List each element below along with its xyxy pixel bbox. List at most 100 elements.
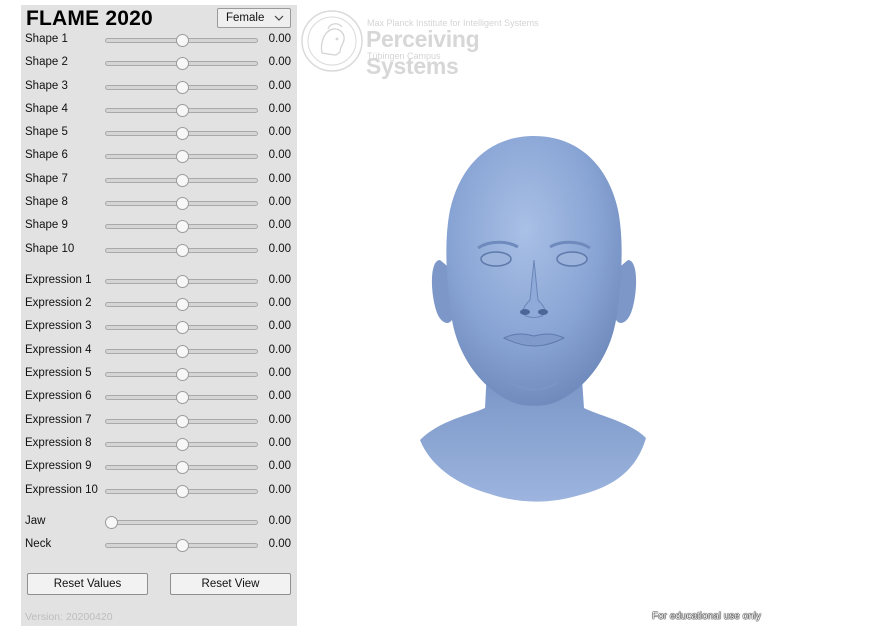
shape-slider-label: Shape 6 <box>25 149 68 161</box>
shape-slider-row: Shape 8 0.00 <box>21 193 297 213</box>
expression-slider-label: Expression 10 <box>25 484 98 496</box>
shape-slider-row: Shape 9 0.00 <box>21 216 297 236</box>
expression-slider-label: Expression 1 <box>25 274 92 286</box>
expression-slider-label: Expression 4 <box>25 344 92 356</box>
shape-slider-handle[interactable] <box>175 174 189 187</box>
shape-slider-row: Shape 10 0.00 <box>21 240 297 260</box>
head-model-viewport[interactable] <box>400 120 680 520</box>
shape-slider-row: Shape 3 0.00 <box>21 77 297 97</box>
expression-slider-value: 0.00 <box>268 460 291 472</box>
shape-slider-handle[interactable] <box>175 150 189 163</box>
expression-slider-row: Expression 8 0.00 <box>21 434 297 454</box>
chevron-down-icon <box>274 15 284 21</box>
expression-slider-label: Expression 2 <box>25 297 92 309</box>
shape-slider-row: Shape 2 0.00 <box>21 53 297 73</box>
expression-slider-value: 0.00 <box>268 274 291 286</box>
expression-slider-value: 0.00 <box>268 390 291 402</box>
expression-slider-row: Expression 6 0.00 <box>21 387 297 407</box>
campus-name: Tübingen Campus <box>367 51 441 61</box>
shape-slider-row: Shape 6 0.00 <box>21 146 297 166</box>
shape-slider-value: 0.00 <box>268 243 291 255</box>
minerva-seal-icon <box>301 10 363 72</box>
shape-slider-handle[interactable] <box>175 220 189 233</box>
expression-slider-row: Expression 5 0.00 <box>21 364 297 384</box>
shape-slider-handle[interactable] <box>175 197 189 210</box>
shape-slider-label: Shape 4 <box>25 103 68 115</box>
pose-slider-row: Jaw 0.00 <box>21 512 297 532</box>
expression-slider-value: 0.00 <box>268 344 291 356</box>
expression-slider-handle[interactable] <box>175 461 189 474</box>
shape-slider-value: 0.00 <box>268 173 291 185</box>
expression-slider-row: Expression 4 0.00 <box>21 341 297 361</box>
expression-slider-row: Expression 2 0.00 <box>21 294 297 314</box>
pose-slider-row: Neck 0.00 <box>21 535 297 555</box>
app-title: FLAME 2020 <box>26 7 153 30</box>
shape-slider-handle[interactable] <box>175 127 189 140</box>
expression-slider-label: Expression 7 <box>25 414 92 426</box>
shape-slider-label: Shape 5 <box>25 126 68 138</box>
expression-slider-label: Expression 8 <box>25 437 92 449</box>
shape-slider-handle[interactable] <box>175 104 189 117</box>
shape-slider-label: Shape 9 <box>25 219 68 231</box>
shape-slider-value: 0.00 <box>268 196 291 208</box>
expression-slider-value: 0.00 <box>268 320 291 332</box>
educational-use-note: For educational use only <box>652 611 761 622</box>
expression-slider-handle[interactable] <box>175 298 189 311</box>
expression-slider-handle[interactable] <box>175 368 189 381</box>
gender-select[interactable]: Female <box>217 8 291 28</box>
expression-slider-label: Expression 3 <box>25 320 92 332</box>
expression-slider-row: Expression 1 0.00 <box>21 271 297 291</box>
control-panel: FLAME 2020 Female Shape 1 0.00 Shape 2 0.00… <box>21 5 297 626</box>
shape-slider-label: Shape 10 <box>25 243 75 255</box>
expression-slider-handle[interactable] <box>175 415 189 428</box>
pose-slider-handle[interactable] <box>175 539 189 552</box>
pose-slider-handle[interactable] <box>105 516 118 529</box>
expression-slider-value: 0.00 <box>268 484 291 496</box>
expression-slider-label: Expression 9 <box>25 460 92 472</box>
expression-slider-row: Expression 9 0.00 <box>21 457 297 477</box>
shape-slider-value: 0.00 <box>268 33 291 45</box>
expression-slider-handle[interactable] <box>175 485 189 498</box>
expression-slider-row: Expression 7 0.00 <box>21 411 297 431</box>
shape-slider-handle[interactable] <box>175 81 189 94</box>
expression-slider-handle[interactable] <box>175 321 189 334</box>
shape-slider-value: 0.00 <box>268 56 291 68</box>
reset-values-button[interactable]: Reset Values <box>27 573 148 595</box>
reset-view-button[interactable]: Reset View <box>170 573 291 595</box>
shape-slider-handle[interactable] <box>175 57 189 70</box>
shape-slider-value: 0.00 <box>268 80 291 92</box>
pose-slider-value: 0.00 <box>268 515 291 527</box>
head-model <box>420 136 646 502</box>
shape-slider-label: Shape 2 <box>25 56 68 68</box>
expression-slider-label: Expression 5 <box>25 367 92 379</box>
shape-slider-row: Shape 1 0.00 <box>21 30 297 50</box>
shape-slider-row: Shape 4 0.00 <box>21 100 297 120</box>
gender-select-value: Female <box>226 12 265 24</box>
shape-slider-handle[interactable] <box>175 244 189 257</box>
shape-slider-handle[interactable] <box>175 34 189 47</box>
expression-slider-handle[interactable] <box>175 275 189 288</box>
expression-slider-label: Expression 6 <box>25 390 92 402</box>
shape-slider-value: 0.00 <box>268 103 291 115</box>
pose-slider-value: 0.00 <box>268 538 291 550</box>
pose-slider-label: Jaw <box>25 515 46 527</box>
shape-slider-value: 0.00 <box>268 126 291 138</box>
expression-slider-handle[interactable] <box>175 345 189 358</box>
expression-slider-value: 0.00 <box>268 414 291 426</box>
shape-slider-label: Shape 3 <box>25 80 68 92</box>
expression-slider-row: Expression 3 0.00 <box>21 317 297 337</box>
expression-slider-handle[interactable] <box>175 391 189 404</box>
expression-slider-value: 0.00 <box>268 297 291 309</box>
expression-slider-handle[interactable] <box>175 438 189 451</box>
pose-slider-track[interactable] <box>105 520 258 525</box>
shape-slider-label: Shape 7 <box>25 173 68 185</box>
shape-slider-value: 0.00 <box>268 149 291 161</box>
expression-slider-row: Expression 10 0.00 <box>21 481 297 501</box>
shape-slider-row: Shape 5 0.00 <box>21 123 297 143</box>
version-label: Version: 20200420 <box>25 611 113 623</box>
shape-slider-label: Shape 8 <box>25 196 68 208</box>
institute-logo: Max Planck Institute for Intelligent Sys… <box>300 6 570 79</box>
shape-slider-row: Shape 7 0.00 <box>21 170 297 190</box>
expression-slider-value: 0.00 <box>268 437 291 449</box>
shape-slider-label: Shape 1 <box>25 33 68 45</box>
